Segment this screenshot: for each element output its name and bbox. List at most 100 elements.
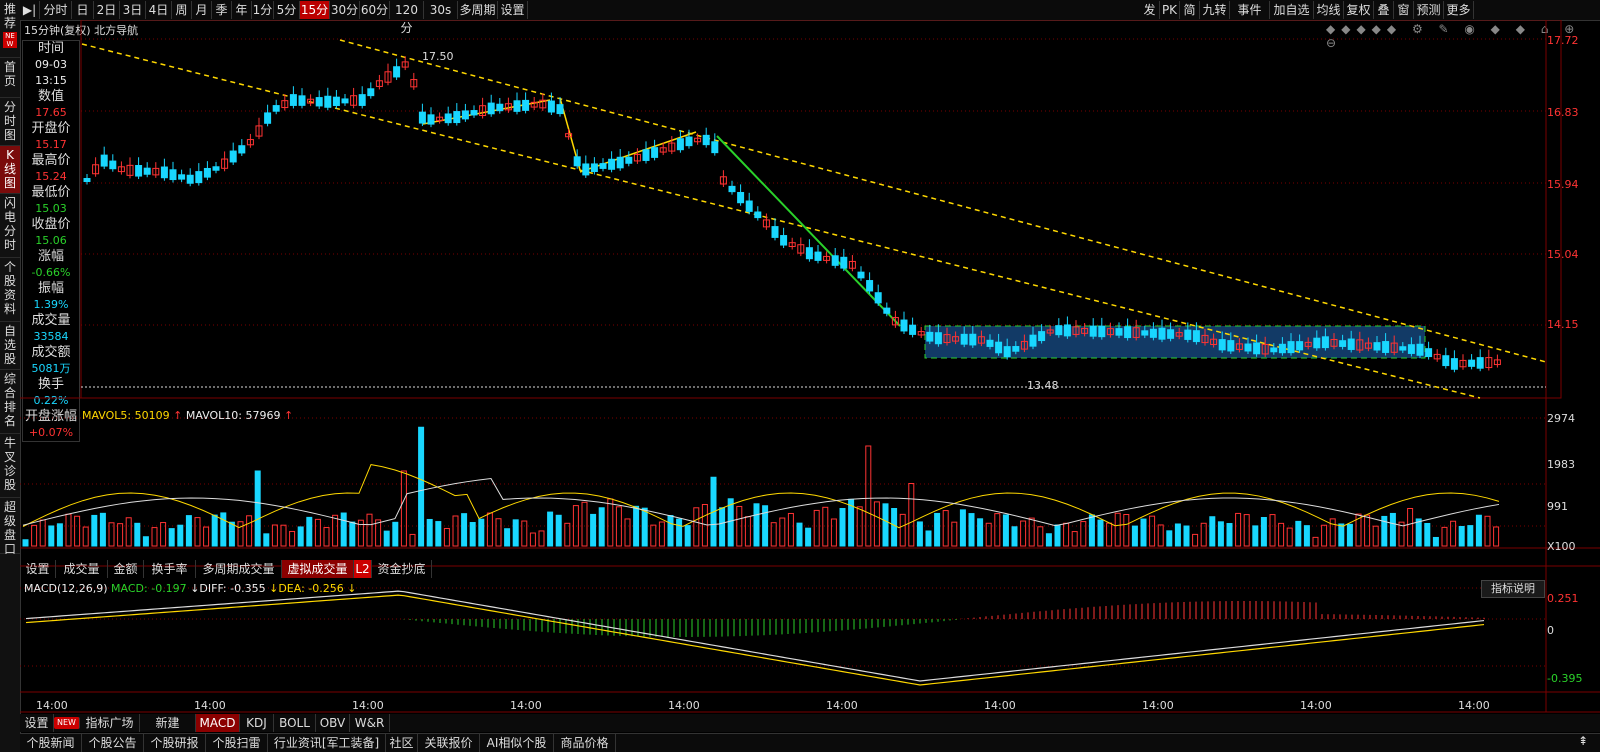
toolbar-right-btn-4[interactable]: 事件	[1230, 1, 1270, 19]
volume-tab-4[interactable]: 多周期成交量	[196, 560, 282, 578]
toolbar-right-btn-0[interactable]: 发	[1140, 1, 1160, 19]
indicator-help-button[interactable]: 指标说明	[1481, 580, 1545, 598]
volume-bar	[1260, 517, 1267, 547]
volume-tab-7[interactable]: 资金抄底	[372, 560, 432, 578]
indicator-tab-8[interactable]: W&R	[350, 714, 390, 732]
toolbar-btn-2[interactable]: 2日	[94, 1, 120, 19]
nav-item-4[interactable]: 闪电分时	[0, 194, 20, 258]
toolbar-btn-6[interactable]: 月	[192, 1, 212, 19]
nav-item-7[interactable]: 综合排名	[0, 370, 20, 434]
volume-tab-0[interactable]: 设置	[20, 560, 56, 578]
candle-body	[100, 154, 108, 167]
volume-bar	[908, 483, 915, 547]
nav-item-3[interactable]: K线图	[0, 146, 20, 194]
candle-body	[169, 169, 177, 181]
volume-bar	[349, 521, 356, 547]
bottom-tab-5[interactable]: 社区	[386, 734, 418, 752]
indicator-tab-6[interactable]: BOLL	[274, 714, 316, 732]
volume-bar	[426, 518, 433, 547]
toolbar-btn-8[interactable]: 年	[232, 1, 252, 19]
collapse-icon[interactable]: ⇞	[1578, 734, 1588, 748]
volume-bar	[753, 503, 760, 547]
bottom-tab-4[interactable]: 行业资讯[军工装备]	[268, 734, 386, 752]
nav-item-9[interactable]: 超级盘口	[0, 498, 20, 556]
bottom-tab-8[interactable]: 商品价格	[554, 734, 616, 752]
volume-bar	[1441, 526, 1448, 547]
toolbar-right-btn-3[interactable]: 九转	[1200, 1, 1230, 19]
toolbar-btn-13[interactable]: 60分	[360, 1, 390, 19]
bottom-tab-7[interactable]: AI相似个股	[480, 734, 554, 752]
toolbar-right-btn-8[interactable]: 叠	[1374, 1, 1394, 19]
volume-tab-2[interactable]: 金额	[108, 560, 144, 578]
volume-tab-3[interactable]: 换手率	[144, 560, 196, 578]
candle-body	[1063, 324, 1071, 337]
toolbar-right-btn-2[interactable]: 简	[1180, 1, 1200, 19]
volume-bar	[581, 501, 588, 547]
toolbar-btn-14[interactable]: 120分	[390, 1, 424, 35]
indicator-tab-3[interactable]: 新建	[140, 714, 196, 732]
toolbar-right-btn-6[interactable]: 均线	[1314, 1, 1344, 19]
toolbar-right-btn-5[interactable]: 加自选	[1270, 1, 1314, 19]
toolbar-right-btn-7[interactable]: 复权	[1344, 1, 1374, 19]
nav-item-label: 综合排名	[3, 372, 16, 428]
nav-item-1[interactable]: 首页	[0, 58, 20, 98]
volume-bar	[168, 528, 175, 547]
toolbar-btn-10[interactable]: 5分	[274, 1, 300, 19]
candle-body	[1287, 341, 1295, 354]
volume-bar	[1028, 517, 1035, 547]
toolbar-btn-0[interactable]: 分时	[40, 1, 72, 19]
volume-bar	[185, 515, 192, 547]
volume-tab-6[interactable]: L2	[354, 560, 372, 578]
bottom-tab-2[interactable]: 个股研报	[144, 734, 206, 752]
volume-bar	[99, 512, 106, 547]
bottom-tab-3[interactable]: 个股扫雷	[206, 734, 268, 752]
toolbar-right-btn-10[interactable]: 预测	[1414, 1, 1444, 19]
toolbar-btn-9[interactable]: 1分	[252, 1, 274, 19]
bottom-tab-1[interactable]: 个股公告	[82, 734, 144, 752]
nav-item-2[interactable]: 分时图	[0, 98, 20, 146]
nav-item-8[interactable]: 牛叉诊股	[0, 434, 20, 498]
play-icon[interactable]: ▶|	[20, 1, 40, 19]
toolbar-btn-11[interactable]: 15分	[300, 1, 330, 19]
volume-tab-5[interactable]: 虚拟成交量	[282, 560, 354, 578]
toolbar-btn-17[interactable]: 设置	[498, 1, 528, 19]
indicator-tab-0[interactable]: 设置	[20, 714, 54, 732]
volume-bar	[813, 509, 820, 547]
indicator-tab-4[interactable]: MACD	[196, 714, 240, 732]
indicator-tab-7[interactable]: OBV	[316, 714, 350, 732]
indicator-tab-2[interactable]: 指标广场	[80, 714, 140, 732]
volume-bar	[1157, 524, 1164, 547]
volume-bar	[676, 518, 683, 547]
volume-bar	[529, 532, 536, 547]
volume-bar	[383, 530, 390, 547]
bottom-tab-6[interactable]: 关联报价	[418, 734, 480, 752]
nav-item-5[interactable]: 个股资料	[0, 258, 20, 322]
toolbar-btn-5[interactable]: 周	[172, 1, 192, 19]
nav-item-6[interactable]: 自选股	[0, 322, 20, 370]
nav-item-0[interactable]: 推荐 NEW	[0, 0, 20, 58]
indicator-tab-5[interactable]: KDJ	[240, 714, 274, 732]
volume-tab-1[interactable]: 成交量	[56, 560, 108, 578]
toolbar-btn-4[interactable]: 4日	[146, 1, 172, 19]
toolbar-right-btn-11[interactable]: 更多	[1444, 1, 1474, 19]
indicator-tab-1[interactable]: NEW	[54, 717, 80, 729]
volume-bar	[1338, 523, 1345, 547]
toolbar-btn-16[interactable]: 多周期	[458, 1, 498, 19]
candle-body	[1149, 328, 1157, 338]
toolbar-btn-7[interactable]: 季	[212, 1, 232, 19]
volume-bar	[1063, 522, 1070, 547]
toolbar-right-btn-1[interactable]: PK	[1160, 1, 1180, 19]
diff-line	[25, 590, 1485, 682]
toolbar-btn-15[interactable]: 30s	[424, 1, 458, 19]
volume-bar	[1174, 523, 1181, 547]
volume-bar	[736, 505, 743, 547]
toolbar-btn-12[interactable]: 30分	[330, 1, 360, 19]
volume-bar	[899, 513, 906, 547]
volume-bar	[1226, 523, 1233, 547]
bottom-tab-0[interactable]: 个股新闻	[20, 734, 82, 752]
toolbar-btn-3[interactable]: 3日	[120, 1, 146, 19]
macd-header: MACD(12,26,9) MACD: -0.197 ↓DIFF: -0.355…	[24, 582, 357, 595]
toolbar-btn-1[interactable]: 日	[72, 1, 94, 19]
toolbar-right-btn-9[interactable]: 窗	[1394, 1, 1414, 19]
candle-body	[1425, 348, 1433, 358]
